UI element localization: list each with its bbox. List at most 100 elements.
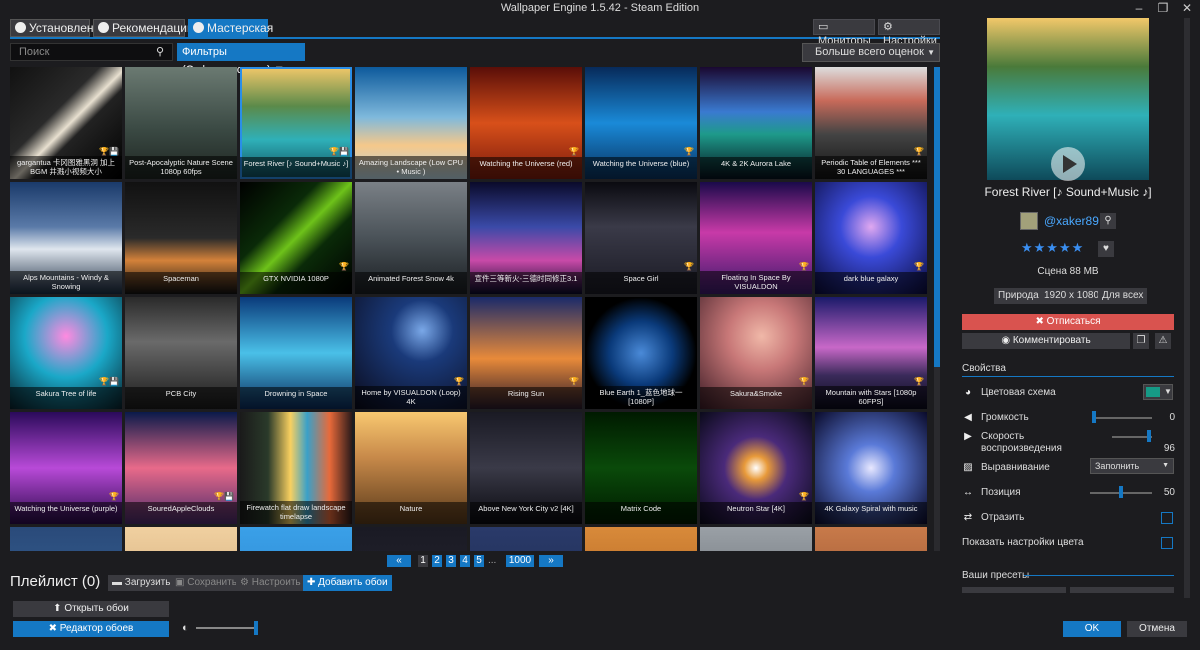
wallpaper-tile[interactable]: 🏆💾 gargantua 卡冈图雅黑洞 加上BGM 井溅小视频大小 bbox=[10, 67, 122, 179]
wallpaper-tile[interactable]: Above New York City v2 [4K] bbox=[470, 412, 582, 524]
wallpaper-tile[interactable]: 🏆 Sakura&Smoke bbox=[700, 297, 812, 409]
tag-nature[interactable]: Природа bbox=[994, 288, 1043, 304]
sort-select[interactable]: Больше всего оценок ▼ bbox=[802, 43, 940, 62]
brightness-slider-handle[interactable] bbox=[254, 621, 258, 635]
wallpaper-tile[interactable]: 🏆 Rising Sun bbox=[470, 297, 582, 409]
page-button-1[interactable]: 1 bbox=[418, 555, 428, 567]
wallpaper-tile[interactable]: Firewatch flat draw landscape timelapse bbox=[240, 412, 352, 524]
monitors-button[interactable]: ▭ Мониторы bbox=[813, 19, 875, 47]
cancel-button[interactable]: Отмена bbox=[1127, 621, 1187, 637]
warning-icon[interactable]: ⚠ bbox=[1155, 333, 1171, 349]
wallpaper-tile[interactable]: 🏆💾 Sakura Tree of life bbox=[10, 297, 122, 409]
wallpaper-tile[interactable]: Nature bbox=[355, 412, 467, 524]
wallpaper-tile[interactable] bbox=[700, 527, 812, 551]
search-icon[interactable]: ⚲ bbox=[156, 45, 164, 58]
wallpaper-tile[interactable] bbox=[815, 527, 927, 551]
settings-button[interactable]: ⚙ Настройки bbox=[878, 19, 940, 47]
tag-age-rating[interactable]: Для всех bbox=[1098, 288, 1148, 304]
comment-button[interactable]: ◉ Комментировать bbox=[962, 333, 1130, 349]
close-button[interactable]: ✕ bbox=[1176, 0, 1198, 16]
wallpaper-tile[interactable]: PCB City bbox=[125, 297, 237, 409]
speed-slider[interactable] bbox=[1112, 436, 1152, 438]
playlist-add-button[interactable]: ✚ Добавить обои bbox=[303, 575, 392, 591]
tab-recommendations[interactable]: Рекомендации bbox=[93, 19, 194, 37]
wallpaper-tile[interactable]: 宣件三等新火-三德时同修正3.1 bbox=[470, 182, 582, 294]
align-select[interactable]: Заполнить ▼ bbox=[1090, 458, 1174, 474]
page-button-2[interactable]: 2 bbox=[432, 555, 442, 567]
wallpaper-tile[interactable]: 4K & 2K Aurora Lake bbox=[700, 67, 812, 179]
wallpaper-tile[interactable]: 🏆 Space Girl bbox=[585, 182, 697, 294]
wallpaper-tile[interactable]: Drowning in Space bbox=[240, 297, 352, 409]
tag-resolution[interactable]: 1920 x 1080 bbox=[1040, 288, 1104, 304]
volume-slider-handle[interactable] bbox=[1092, 411, 1096, 423]
wallpaper-tile[interactable] bbox=[355, 527, 467, 551]
details-scrollbar-thumb[interactable] bbox=[1184, 18, 1190, 598]
tab-workshop[interactable]: Мастерская bbox=[188, 19, 273, 37]
wallpaper-tile[interactable] bbox=[585, 527, 697, 551]
palette-icon: ◕ bbox=[964, 387, 972, 398]
search-author-icon[interactable]: ⚲ bbox=[1100, 213, 1116, 229]
preset-button-1[interactable] bbox=[962, 587, 1066, 593]
page-button-5[interactable]: 5 bbox=[474, 555, 484, 567]
wallpaper-tile[interactable]: 🏆 Watching the Universe (red) bbox=[470, 67, 582, 179]
flip-checkbox[interactable] bbox=[1161, 512, 1173, 524]
window-title: Wallpaper Engine 1.5.42 - Steam Edition bbox=[0, 0, 1200, 16]
wallpaper-tile[interactable]: 🏆 Floating In Space By VISUALDON bbox=[700, 182, 812, 294]
favorite-heart-icon[interactable]: ♥ bbox=[1098, 241, 1114, 257]
minimize-button[interactable]: – bbox=[1128, 0, 1150, 16]
wallpaper-tile[interactable]: Matrix Code bbox=[585, 412, 697, 524]
search-input[interactable]: Поиск bbox=[10, 43, 173, 61]
wallpaper-tile[interactable] bbox=[240, 527, 352, 551]
wallpaper-tile[interactable]: Post-Apocalyptic Nature Scene 1080p 60fp… bbox=[125, 67, 237, 179]
preset-button-2[interactable] bbox=[1070, 587, 1174, 593]
page-next-button[interactable]: » bbox=[539, 555, 563, 567]
tab-installed[interactable]: Установлено bbox=[10, 19, 100, 37]
copy-icon[interactable]: ❐ bbox=[1133, 333, 1149, 349]
maximize-button[interactable]: ❐ bbox=[1152, 0, 1174, 16]
wallpaper-tile[interactable]: Amazing Landscape (Low CPU • Music ) bbox=[355, 67, 467, 179]
playlist-save-button[interactable]: ▣ Сохранить bbox=[171, 575, 241, 591]
page-prev-button[interactable]: « bbox=[387, 555, 411, 567]
wallpaper-tile[interactable]: 🏆 Mountain with Stars [1080p 60FPS] bbox=[815, 297, 927, 409]
unsubscribe-button[interactable]: ✖ Отписаться bbox=[962, 314, 1174, 330]
wallpaper-tile[interactable]: Alps Mountains - Windy & Snowing bbox=[10, 182, 122, 294]
wallpaper-tile[interactable]: 🏆💾 SouredAppleClouds bbox=[125, 412, 237, 524]
x-icon: ✖ bbox=[1035, 316, 1047, 327]
open-wallpaper-button[interactable]: ⬆ Открыть обои bbox=[13, 601, 169, 617]
wallpaper-tile[interactable]: 🏆 GTX NVIDIA 1080P bbox=[240, 182, 352, 294]
wallpaper-tile[interactable]: 🏆 Watching the Universe (purple) bbox=[10, 412, 122, 524]
page-button-4[interactable]: 4 bbox=[460, 555, 470, 567]
wallpaper-tile[interactable]: 🏆 Periodic Table of Elements *** 30 LANGU… bbox=[815, 67, 927, 179]
author-link[interactable]: @xaker89 bbox=[1044, 214, 1099, 228]
wallpaper-tile[interactable]: 🏆💾 Forest River [♪ Sound+Music ♪] bbox=[240, 67, 352, 179]
wallpaper-tile[interactable]: Animated Forest Snow 4k bbox=[355, 182, 467, 294]
speed-slider-handle[interactable] bbox=[1147, 430, 1151, 442]
wallpaper-editor-button[interactable]: ✖ Редактор обоев bbox=[13, 621, 169, 637]
show-colors-checkbox[interactable] bbox=[1161, 537, 1173, 549]
grid-scrollbar-thumb[interactable] bbox=[934, 67, 940, 367]
wallpaper-tile[interactable]: Spaceman bbox=[125, 182, 237, 294]
filters-button[interactable]: Фильтры (Отфильтровано) ▼ bbox=[177, 43, 305, 76]
wallpaper-tile[interactable]: Blue Earth 1_蓝色地球一 [1080P] bbox=[585, 297, 697, 409]
wallpaper-tile[interactable]: 🏆 Watching the Universe (blue) bbox=[585, 67, 697, 179]
page-button-3[interactable]: 3 bbox=[446, 555, 456, 567]
wallpaper-tile[interactable]: 🏆 Home by VISUALDON (Loop) 4K bbox=[355, 297, 467, 409]
wallpaper-tile[interactable]: 🏆 dark blue galaxy bbox=[815, 182, 927, 294]
tile-title: Neutron Star [4K] bbox=[700, 502, 812, 524]
compass-icon bbox=[98, 22, 109, 33]
brightness-slider[interactable] bbox=[196, 627, 256, 629]
page-button-last[interactable]: 1000 bbox=[506, 555, 534, 567]
playlist-load-button[interactable]: ▬ Загрузить bbox=[108, 575, 175, 591]
wallpaper-tile[interactable]: 4K Galaxy Spiral with music bbox=[815, 412, 927, 524]
position-slider-handle[interactable] bbox=[1119, 486, 1123, 498]
volume-slider[interactable] bbox=[1092, 417, 1152, 419]
wallpaper-tile[interactable]: 🏆 Neutron Star [4K] bbox=[700, 412, 812, 524]
play-icon bbox=[1063, 155, 1077, 173]
position-value: 50 bbox=[1163, 487, 1175, 498]
ok-button[interactable]: OK bbox=[1063, 621, 1121, 637]
author-avatar[interactable] bbox=[1020, 212, 1038, 230]
wallpaper-tile[interactable] bbox=[10, 527, 122, 551]
wallpaper-tile[interactable] bbox=[470, 527, 582, 551]
wallpaper-tile[interactable] bbox=[125, 527, 237, 551]
playlist-configure-button[interactable]: ⚙ Настроить bbox=[236, 575, 305, 591]
